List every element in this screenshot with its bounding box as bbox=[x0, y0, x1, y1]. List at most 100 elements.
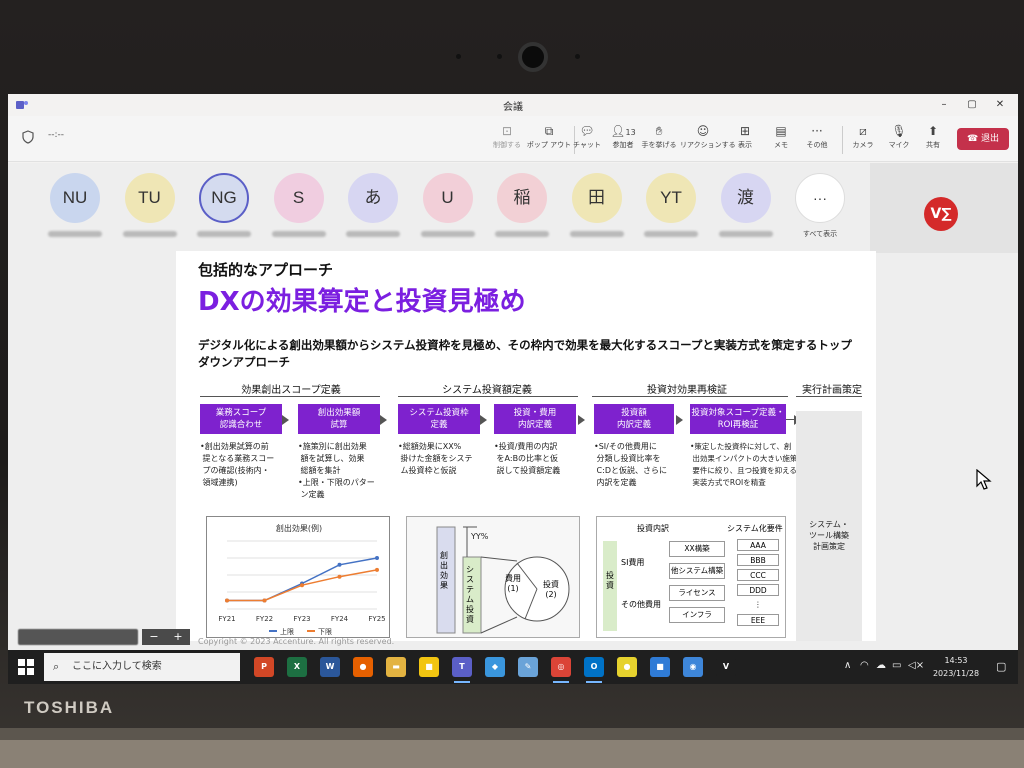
volume-muted-icon[interactable]: ◁× bbox=[908, 660, 924, 671]
zoom-in-button[interactable]: + bbox=[166, 629, 190, 645]
wifi-icon[interactable]: ◠ bbox=[860, 660, 869, 671]
sticky-notes-icon[interactable]: ■ bbox=[419, 657, 439, 677]
word-icon[interactable]: W bbox=[320, 657, 340, 677]
requirement-item: EEE bbox=[737, 614, 779, 626]
active-app-indicator bbox=[553, 681, 569, 683]
reactions-label: リアクションする bbox=[680, 141, 736, 149]
excel-icon[interactable]: X bbox=[287, 657, 307, 677]
invest-item: 他システム構築 bbox=[669, 563, 725, 579]
participant-avatar: 稲 bbox=[497, 173, 547, 223]
laptop-bezel: 会議 – ▢ ✕ --:-- ⊡ 制御する ⧉ ポップ アウト 💬︎ チャット bbox=[0, 0, 1024, 768]
yellow-app-icon[interactable]: ● bbox=[617, 657, 637, 677]
meeting-timer: --:-- bbox=[48, 130, 65, 140]
sensor-dot bbox=[456, 54, 461, 59]
maximize-button[interactable]: ▢ bbox=[962, 96, 982, 114]
globe-app-icon[interactable]: ◉ bbox=[683, 657, 703, 677]
requirement-item: AAA bbox=[737, 539, 779, 551]
outlook-icon[interactable]: O bbox=[584, 657, 604, 677]
teams-icon[interactable]: T bbox=[452, 657, 472, 677]
arrow-right bbox=[676, 415, 683, 425]
step-description: •策定した投資枠に対して、創 出効果インパクトの大きい施策 要件に絞り、且つ投資… bbox=[690, 442, 798, 487]
effect-label: 創 出 効 果 bbox=[440, 551, 448, 590]
participant-avatar: NG bbox=[199, 173, 249, 223]
tray-expand-icon[interactable]: ∧ bbox=[844, 660, 851, 671]
investment-table: 投資内訳 システム化要件 投 資 SI費用 その他費用 XX構築 他システム構築ラ… bbox=[596, 516, 786, 638]
phase-line bbox=[200, 396, 380, 397]
active-app-indicator bbox=[454, 681, 470, 683]
more-button[interactable]: ··· その他 bbox=[794, 122, 840, 158]
v-app-icon[interactable]: V bbox=[716, 657, 736, 677]
leave-button[interactable]: ☎ 退出 bbox=[957, 128, 1009, 150]
windows-start-icon[interactable] bbox=[18, 659, 34, 675]
invest-item: インフラ bbox=[669, 607, 725, 623]
more-label: その他 bbox=[806, 141, 828, 149]
participant-tile[interactable]: NG bbox=[189, 167, 259, 249]
participant-name-blurred bbox=[48, 231, 102, 237]
share-button[interactable]: ⬆ 共有 bbox=[910, 122, 956, 158]
notification-icon[interactable]: ▢ bbox=[996, 660, 1006, 673]
search-placeholder: ここに入力して検索 bbox=[72, 661, 162, 672]
participant-name-blurred bbox=[644, 231, 698, 237]
arrow-right bbox=[578, 415, 585, 425]
azure-icon[interactable]: ◆ bbox=[485, 657, 505, 677]
control-button[interactable]: ⊡ 制御する bbox=[484, 122, 530, 158]
step-box: 業務スコープ 認識合わせ bbox=[200, 404, 282, 434]
taskbar-search-input[interactable]: ⌕ ここに入力して検索 bbox=[44, 653, 240, 681]
chart-title: 創出効果(例) bbox=[276, 523, 322, 533]
step-box: 創出効果額 試算 bbox=[298, 404, 380, 434]
series-line-上限 bbox=[227, 557, 378, 602]
self-avatar-logo: V∑ bbox=[924, 197, 958, 231]
reactions-button[interactable]: ☺ リアクションする bbox=[680, 122, 736, 158]
participant-name-blurred bbox=[122, 231, 177, 237]
participant-tile[interactable]: 渡 bbox=[711, 167, 781, 249]
yy-label: YY% bbox=[470, 532, 489, 541]
see-all-button[interactable]: ··· すべて表示 bbox=[785, 167, 855, 249]
powerpoint-icon[interactable]: P bbox=[254, 657, 274, 677]
self-view[interactable]: V∑ bbox=[870, 163, 1018, 253]
phase-header: 実行計画策定 bbox=[802, 385, 862, 396]
step-box: システム投資枠 定義 bbox=[398, 404, 480, 434]
participant-tile[interactable]: NU bbox=[40, 167, 110, 249]
sensor-dot bbox=[575, 54, 580, 59]
meeting-toolbar: --:-- ⊡ 制御する ⧉ ポップ アウト 💬︎ チャット 👤︎13 参加者 … bbox=[8, 116, 1018, 162]
data-point bbox=[375, 567, 379, 572]
step-description: •総額効果にXX% 掛けた金額をシステ ム投資枠と仮説 bbox=[398, 442, 473, 475]
participant-tile[interactable]: YT bbox=[636, 167, 706, 249]
firefox-icon[interactable]: ● bbox=[353, 657, 373, 677]
invest-item: XX構築 bbox=[669, 541, 725, 557]
participant-name-blurred bbox=[197, 231, 251, 237]
hand-icon: ✋︎ bbox=[655, 124, 663, 138]
participant-tile[interactable]: 田 bbox=[562, 167, 632, 249]
cost-label: 費用 (1) bbox=[505, 574, 521, 593]
window-title: 会議 bbox=[503, 102, 523, 113]
shield-icon bbox=[22, 130, 34, 144]
taskbar-clock[interactable]: 14:53 2023/11/28 bbox=[926, 654, 986, 680]
participant-tile[interactable]: S bbox=[264, 167, 334, 249]
record-icon: ⊡ bbox=[501, 124, 513, 138]
zoom-control[interactable]: − + bbox=[142, 629, 190, 645]
close-button[interactable]: ✕ bbox=[990, 96, 1010, 114]
raise-hand-button[interactable]: ✋︎ 手を挙げる bbox=[636, 122, 682, 158]
paint-icon[interactable]: ✎ bbox=[518, 657, 538, 677]
participant-tile[interactable]: あ bbox=[338, 167, 408, 249]
participant-name-blurred bbox=[346, 231, 400, 237]
participant-avatar: U bbox=[422, 173, 473, 223]
participant-tile[interactable]: U bbox=[413, 167, 483, 249]
chrome-icon[interactable]: ◎ bbox=[551, 657, 571, 677]
minimize-button[interactable]: – bbox=[934, 96, 954, 114]
slide-kicker: 包括的なアプローチ bbox=[198, 261, 334, 279]
phase-line bbox=[398, 396, 578, 397]
search-icon: ⌕ bbox=[53, 660, 60, 673]
cloud-icon[interactable]: ☁ bbox=[876, 660, 886, 671]
shared-slide: 包括的なアプローチ DXの効果算定と投資見極め デジタル化による創出効果額からシ… bbox=[176, 251, 876, 641]
sensor-dot bbox=[497, 54, 502, 59]
battery-icon[interactable]: ▭ bbox=[892, 660, 901, 671]
exec-label: システム・ ツール構築 計画策定 bbox=[809, 520, 849, 551]
zoom-out-button[interactable]: − bbox=[142, 629, 166, 645]
explorer-icon[interactable]: ▬ bbox=[386, 657, 406, 677]
participant-tile[interactable]: 稲 bbox=[487, 167, 557, 249]
participant-tile[interactable]: TU bbox=[115, 167, 185, 249]
x-tick-label: FY22 bbox=[256, 615, 273, 623]
legend-label: 上限 bbox=[280, 627, 294, 636]
blue-app-icon[interactable]: ■ bbox=[650, 657, 670, 677]
